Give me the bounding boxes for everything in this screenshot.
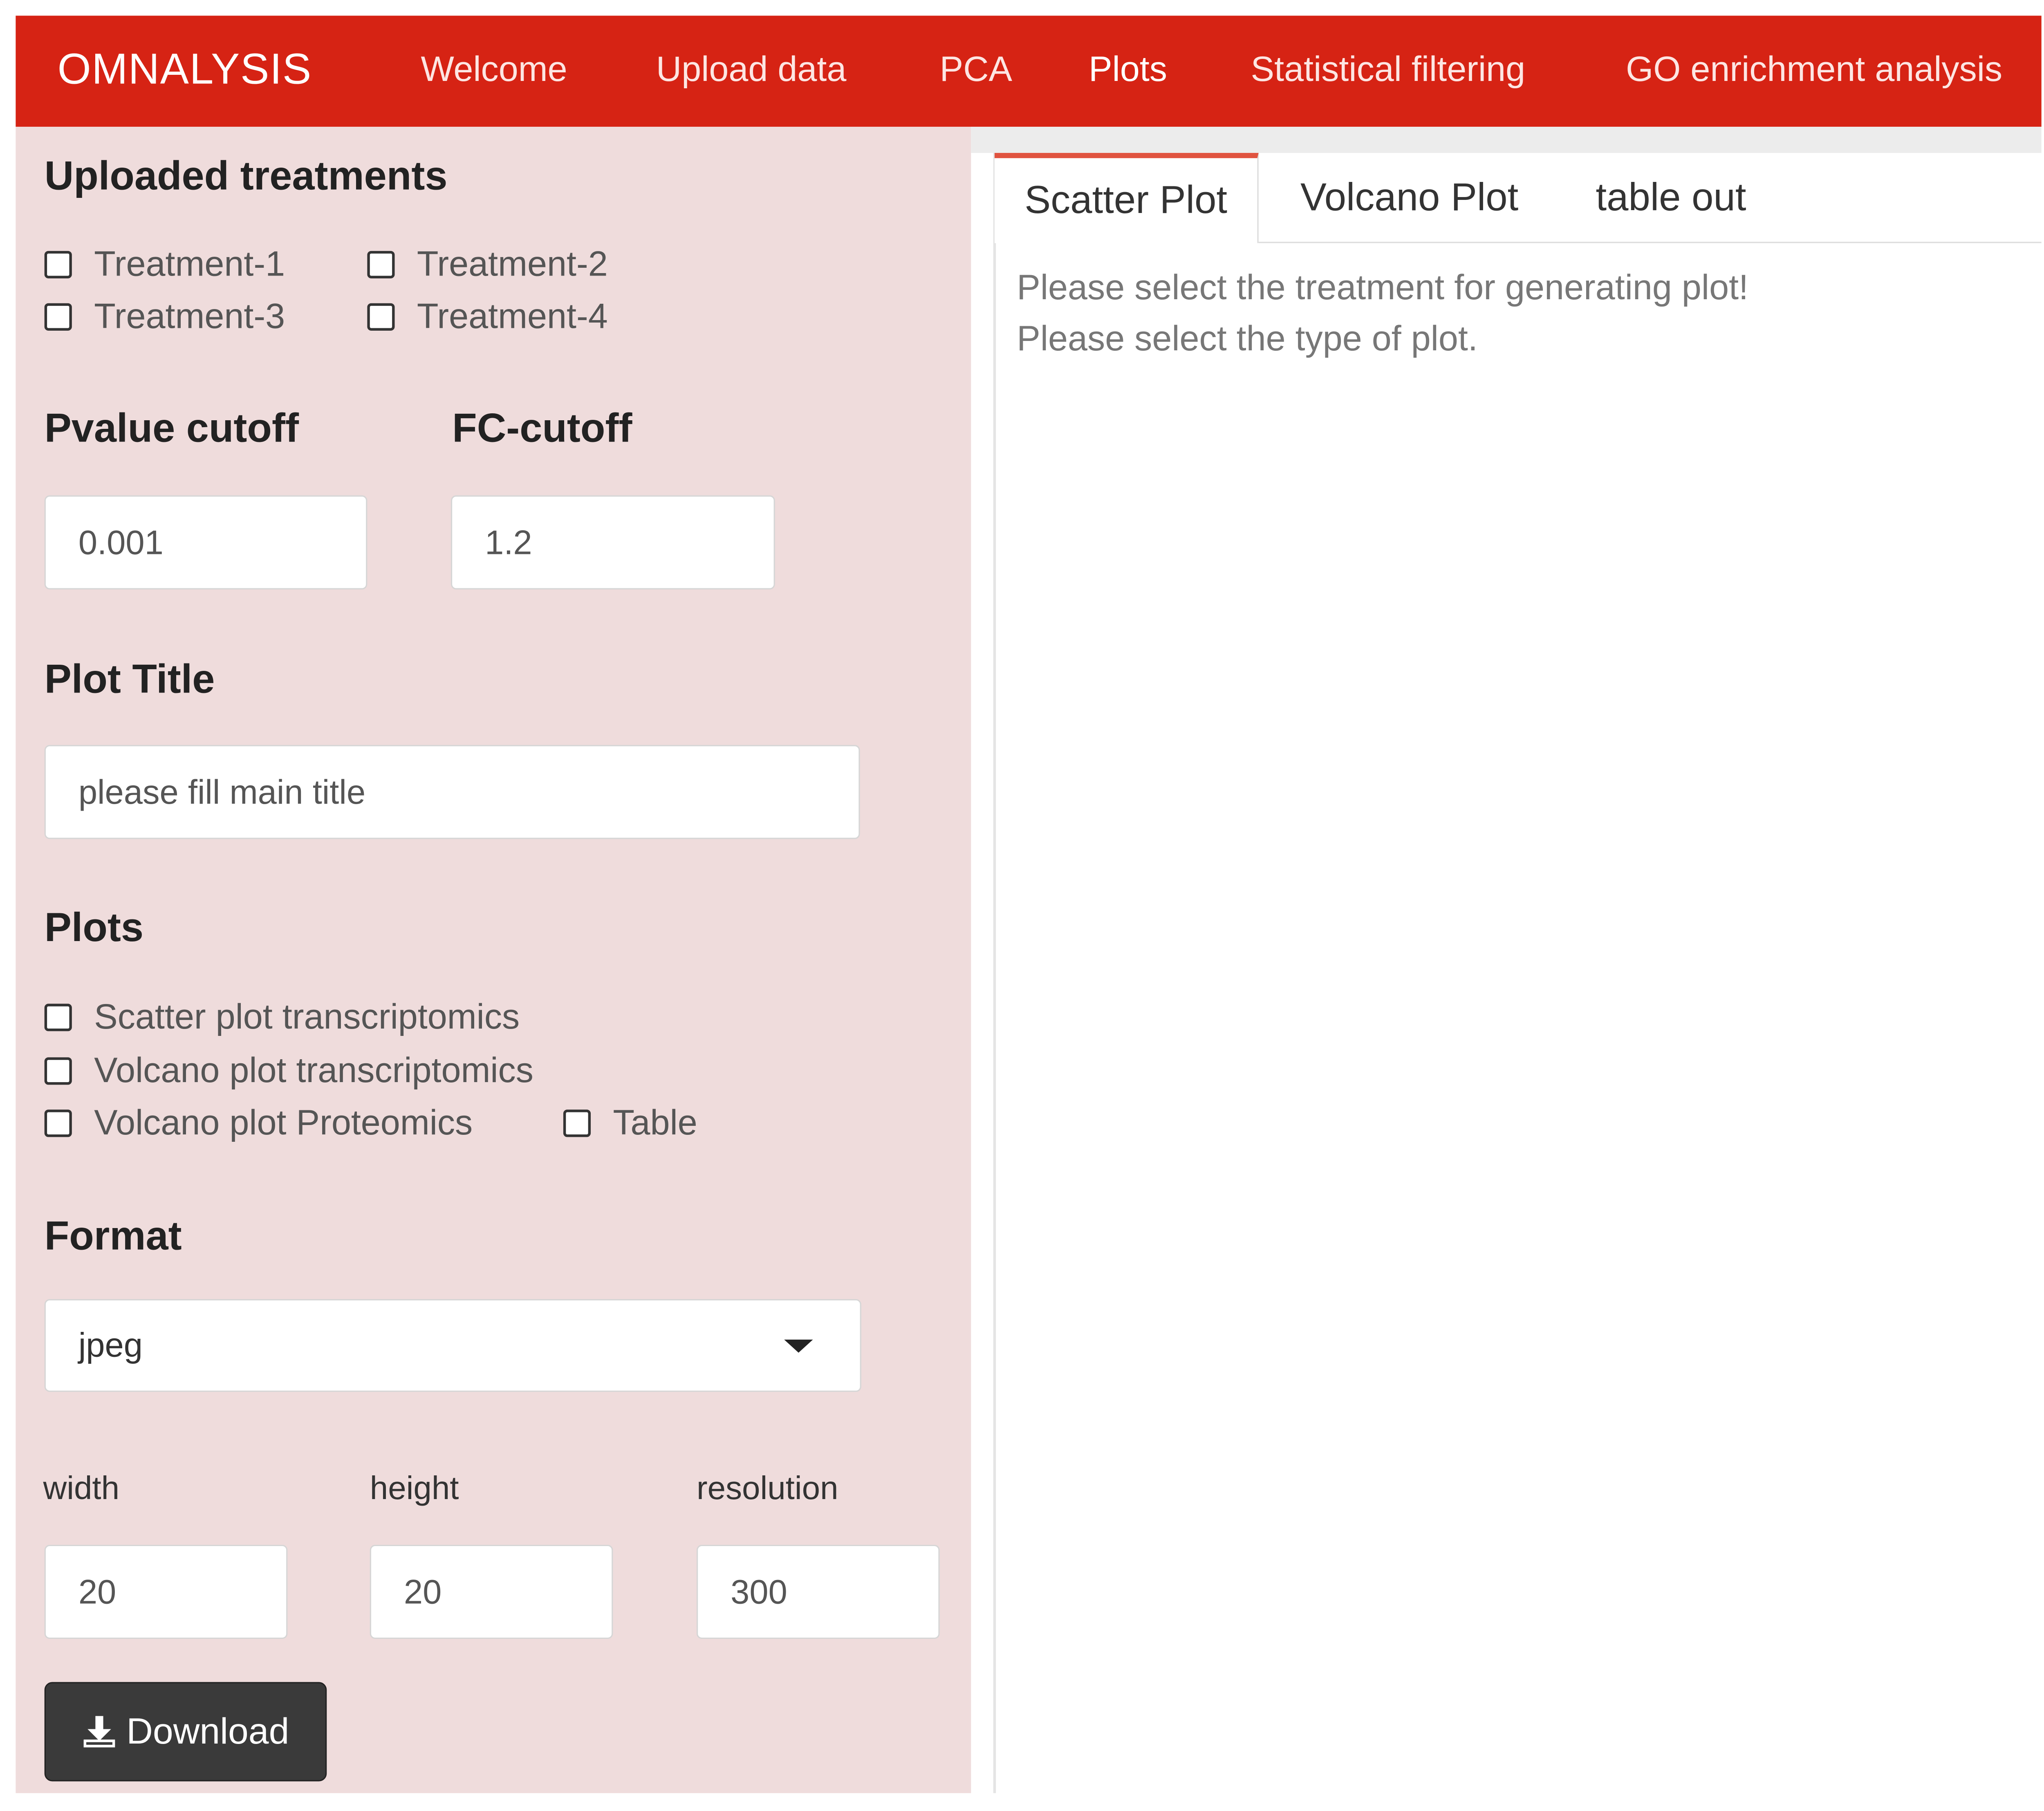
checkbox-box[interactable] [563,1109,591,1137]
download-button[interactable]: Download [44,1682,327,1782]
resolution-input[interactable]: 300 [697,1544,940,1639]
checkbox-treatment-2[interactable]: Treatment-2 [367,244,608,285]
plot-title-input[interactable]: please fill main title [44,745,860,839]
height-input[interactable]: 20 [370,1544,613,1639]
checkbox-volcano-transcriptomics[interactable]: Volcano plot transcriptomics [44,1051,533,1091]
sidebar-panel: Uploaded treatments Treatment-1 Treatmen… [16,127,971,1793]
brand-logo[interactable]: OMNALYSIS [58,45,312,94]
checkbox-treatment-4[interactable]: Treatment-4 [367,296,608,337]
width-label: width [43,1470,120,1507]
checkbox-box[interactable] [367,303,395,331]
message-select-treatment: Please select the treatment for generati… [1017,268,1749,307]
nav-item-welcome[interactable]: Welcome [421,49,567,90]
format-selected-value: jpeg [78,1325,143,1365]
checkbox-label: Table [613,1103,697,1143]
chevron-down-icon [784,1339,813,1353]
checkbox-label: Treatment-4 [417,296,608,336]
main-top-strip [971,127,2042,153]
fc-cutoff-label: FC-cutoff [452,405,632,451]
checkbox-box[interactable] [44,303,72,331]
main-panel: Scatter Plot Volcano Plot table out Plea… [971,127,2042,1793]
download-label: Download [126,1710,289,1751]
plot-title-label: Plot Title [44,656,215,702]
checkbox-treatment-3[interactable]: Treatment-3 [44,296,285,337]
checkbox-table[interactable]: Table [563,1103,697,1143]
resolution-label: resolution [697,1470,838,1507]
checkbox-label: Treatment-1 [94,244,285,284]
checkbox-label: Treatment-3 [94,296,285,336]
checkbox-box[interactable] [44,251,72,278]
checkbox-label: Scatter plot transcriptomics [94,997,520,1037]
tab-volcano-plot[interactable]: Volcano Plot [1300,155,1518,242]
checkbox-volcano-proteomics[interactable]: Volcano plot Proteomics [44,1103,473,1143]
checkbox-box[interactable] [44,1057,72,1085]
tab-scatter-plot[interactable]: Scatter Plot [994,153,1259,243]
width-input[interactable]: 20 [44,1544,288,1639]
checkbox-box[interactable] [44,1004,72,1031]
tab-table-out[interactable]: table out [1596,155,1746,242]
checkbox-box[interactable] [367,251,395,278]
nav-item-statistical-filtering[interactable]: Statistical filtering [1251,49,1526,90]
checkbox-scatter-transcriptomics[interactable]: Scatter plot transcriptomics [44,997,520,1038]
tabs-underline [1258,242,2042,243]
checkbox-box[interactable] [44,1109,72,1137]
checkbox-label: Volcano plot transcriptomics [94,1051,533,1090]
checkbox-treatment-1[interactable]: Treatment-1 [44,244,285,285]
download-icon [83,1716,115,1748]
app-window: OMNALYSIS Welcome Upload data PCA Plots … [0,0,2044,1810]
format-label: Format [44,1213,182,1259]
height-label: height [370,1470,459,1507]
fc-cutoff-input[interactable]: 1.2 [450,495,775,589]
format-select[interactable]: jpeg [44,1299,861,1392]
pvalue-input[interactable]: 0.001 [44,495,368,589]
navbar: OMNALYSIS Welcome Upload data PCA Plots … [16,16,2042,127]
checkbox-label: Volcano plot Proteomics [94,1103,473,1143]
checkbox-label: Treatment-2 [417,244,608,284]
message-select-plot-type: Please select the type of plot. [1017,319,1478,358]
nav-item-upload-data[interactable]: Upload data [656,49,847,90]
main-left-border [993,153,996,1793]
pvalue-label: Pvalue cutoff [44,405,299,451]
nav-item-plots[interactable]: Plots [1089,49,1167,90]
treatments-heading: Uploaded treatments [44,153,448,199]
plots-heading: Plots [44,904,144,950]
nav-item-pca[interactable]: PCA [940,49,1013,90]
nav-item-go-enrichment[interactable]: GO enrichment analysis [1626,49,2002,90]
